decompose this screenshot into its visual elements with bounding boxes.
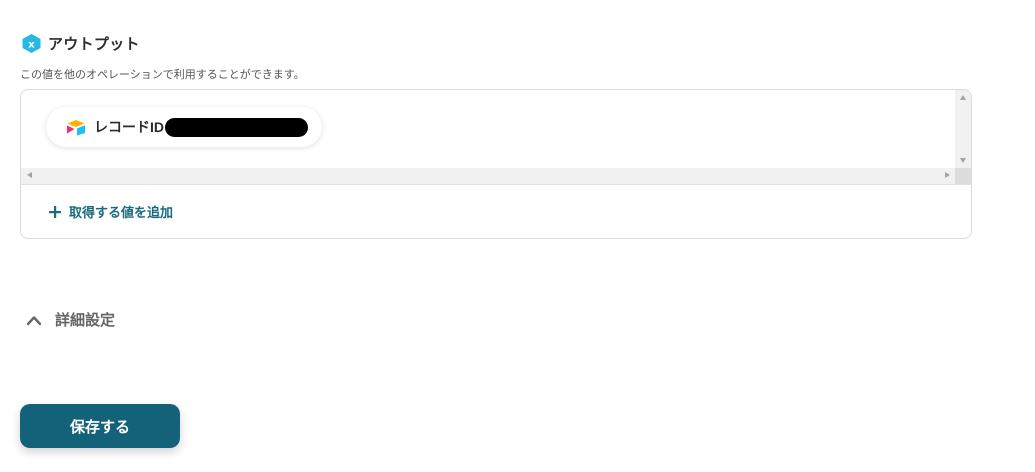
output-description: この値を他のオペレーションで利用することができます。 xyxy=(20,68,305,81)
output-scroll-area[interactable]: レコードID xyxy=(21,90,971,185)
vertical-scrollbar[interactable] xyxy=(955,90,971,168)
save-button[interactable]: 保存する xyxy=(20,404,180,448)
scroll-right-arrow-icon[interactable] xyxy=(945,172,950,178)
chip-label: レコードID xyxy=(94,119,164,135)
horizontal-scrollbar[interactable] xyxy=(21,168,956,184)
output-title: アウトプット xyxy=(48,35,140,53)
add-value-button[interactable]: 取得する値を追加 xyxy=(48,202,173,221)
advanced-settings-label: 詳細設定 xyxy=(55,311,116,329)
scroll-up-arrow-icon[interactable] xyxy=(960,95,966,100)
airtable-icon xyxy=(67,119,85,135)
output-header: x アウトプット xyxy=(21,33,140,54)
chevron-up-icon xyxy=(26,315,42,325)
output-settings-panel: x アウトプット この値を他のオペレーションで利用することができます。 レコード… xyxy=(0,0,1035,472)
hexagon-x-icon: x xyxy=(22,34,41,53)
output-chip-list: レコードID xyxy=(21,90,956,168)
output-chip-record-id[interactable]: レコードID xyxy=(46,107,322,147)
hexagon-icon-letter: x xyxy=(28,40,35,51)
scrollbar-corner xyxy=(955,168,971,184)
add-value-label: 取得する値を追加 xyxy=(69,206,174,221)
redacted-value xyxy=(165,117,308,137)
advanced-settings-toggle[interactable]: 詳細設定 xyxy=(26,309,115,330)
output-values-box: レコードID 取得する値を追加 xyxy=(20,89,972,239)
plus-icon xyxy=(49,205,61,218)
scroll-down-arrow-icon[interactable] xyxy=(960,158,966,163)
scroll-left-arrow-icon[interactable] xyxy=(27,172,32,178)
